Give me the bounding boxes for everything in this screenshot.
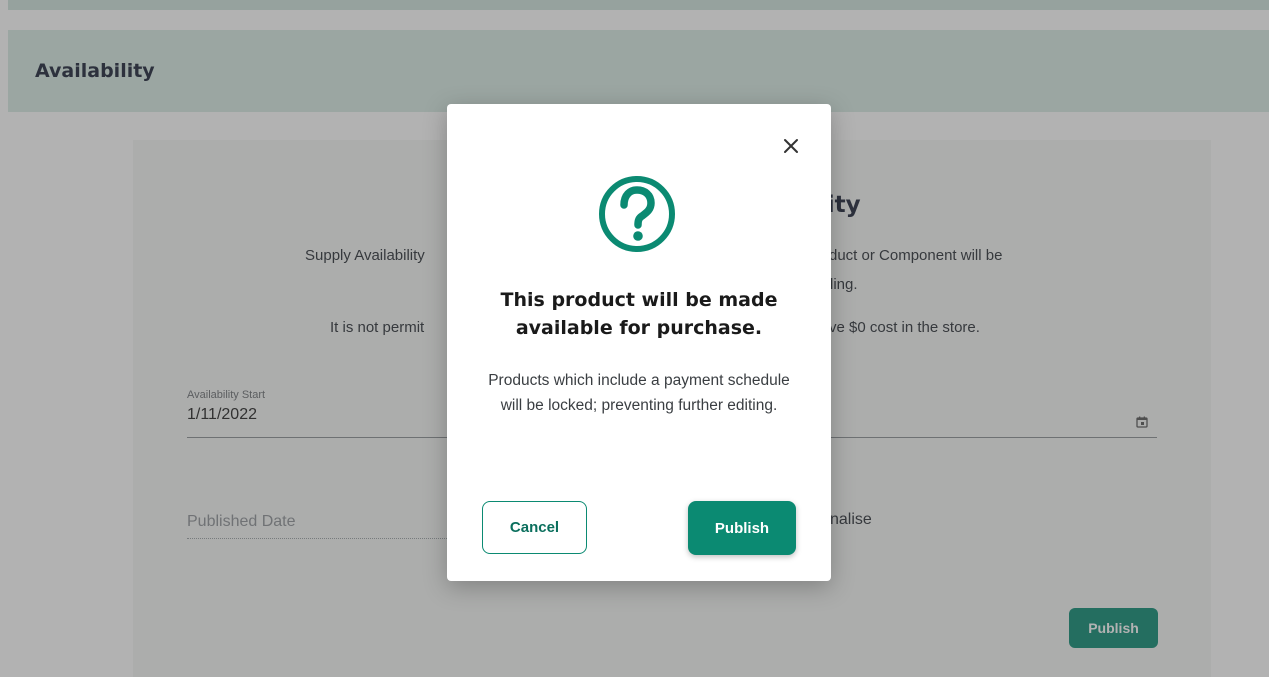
confirm-publish-dialog: This product will be made available for …: [447, 104, 831, 581]
modal-title: This product will be made available for …: [500, 289, 778, 339]
cancel-button[interactable]: Cancel: [482, 501, 587, 554]
close-button[interactable]: [777, 132, 805, 160]
modal-body: Products which include a payment schedul…: [488, 372, 790, 414]
app-window: Availability ility Supply Availability d…: [0, 0, 1269, 677]
close-icon: [784, 139, 798, 153]
question-circle-icon: [599, 176, 675, 252]
publish-button[interactable]: Publish: [688, 501, 796, 555]
